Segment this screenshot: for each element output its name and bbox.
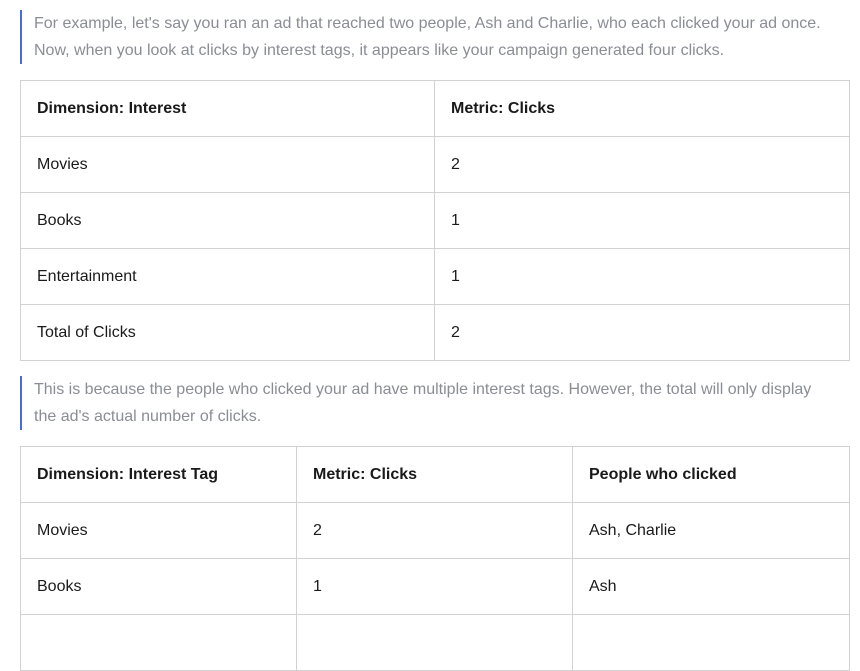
header-dimension: Dimension: Interest Tag	[20, 446, 297, 503]
interest-tag-people-table: Dimension: Interest Tag Metric: Clicks P…	[20, 446, 850, 671]
header-dimension: Dimension: Interest	[20, 80, 435, 137]
cell-dimension: Books	[20, 192, 435, 249]
table-header-row: Dimension: Interest Tag Metric: Clicks P…	[20, 446, 850, 503]
cell-dimension: Books	[20, 558, 297, 615]
cell-metric: 2	[434, 304, 850, 361]
cell-metric: 1	[434, 192, 850, 249]
cell-dimension	[20, 614, 297, 671]
header-metric: Metric: Clicks	[296, 446, 573, 503]
quote-line: Now, when you look at clicks by interest…	[34, 42, 725, 59]
cell-dimension: Entertainment	[20, 248, 435, 305]
table-row-total: Total of Clicks 2	[20, 304, 850, 361]
cell-people	[572, 614, 850, 671]
table-row	[20, 614, 850, 671]
table-row: Books 1 Ash	[20, 558, 850, 615]
blockquote-explanation: This is because the people who clicked y…	[20, 376, 854, 430]
table-row: Books 1	[20, 192, 850, 249]
cell-dimension: Total of Clicks	[20, 304, 435, 361]
table-row: Entertainment 1	[20, 248, 850, 305]
cell-metric: 2	[296, 502, 573, 559]
cell-metric: 1	[434, 248, 850, 305]
table-row: Movies 2	[20, 136, 850, 193]
interest-clicks-table: Dimension: Interest Metric: Clicks Movie…	[20, 80, 850, 361]
header-people: People who clicked	[572, 446, 850, 503]
cell-dimension: Movies	[20, 136, 435, 193]
quote-line: This is because the people who clicked y…	[34, 381, 812, 398]
cell-metric	[296, 614, 573, 671]
cell-people: Ash, Charlie	[572, 502, 850, 559]
cell-metric: 1	[296, 558, 573, 615]
header-metric: Metric: Clicks	[434, 80, 850, 137]
quote-line: the ad's actual number of clicks.	[34, 408, 262, 425]
table-header-row: Dimension: Interest Metric: Clicks	[20, 80, 850, 137]
cell-metric: 2	[434, 136, 850, 193]
cell-dimension: Movies	[20, 502, 297, 559]
quote-line: For example, let's say you ran an ad tha…	[34, 15, 821, 32]
cell-people: Ash	[572, 558, 850, 615]
blockquote-example: For example, let's say you ran an ad tha…	[20, 10, 854, 64]
table-row: Movies 2 Ash, Charlie	[20, 502, 850, 559]
